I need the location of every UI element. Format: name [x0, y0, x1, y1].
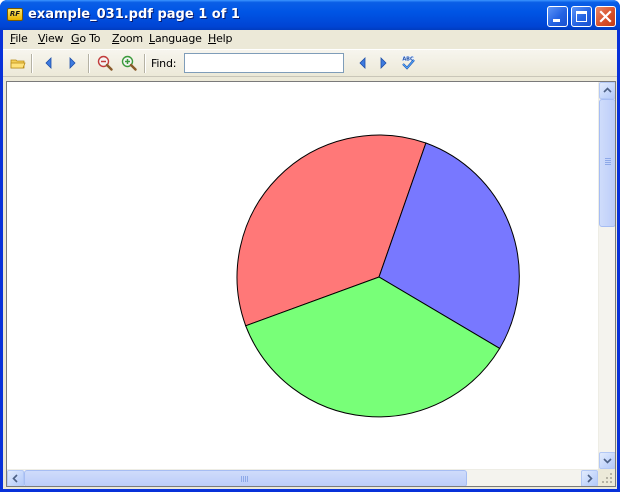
- scroll-left-button[interactable]: [7, 470, 24, 486]
- menu-file[interactable]: File: [10, 32, 28, 45]
- title-bar[interactable]: RF example_031.pdf page 1 of 1: [0, 0, 620, 30]
- arrow-left-icon: [12, 474, 18, 483]
- grip-line: [245, 476, 246, 482]
- next-page-icon[interactable]: [64, 55, 80, 71]
- toolbar-separator: [88, 54, 90, 73]
- grip-line: [605, 160, 611, 161]
- maximize-button[interactable]: [571, 6, 592, 27]
- minimize-button[interactable]: [547, 6, 568, 27]
- grip-line: [605, 164, 611, 165]
- open-folder-icon[interactable]: [10, 55, 26, 71]
- minimize-icon: [553, 19, 560, 22]
- find-previous-icon[interactable]: [355, 55, 371, 71]
- grip-line: [605, 158, 611, 159]
- scroll-up-button[interactable]: [599, 82, 615, 99]
- arrow-right-icon: [587, 474, 593, 483]
- pdf-viewer-app-icon: RF: [7, 8, 23, 21]
- previous-page-icon[interactable]: [41, 55, 57, 71]
- toolbar-separator: [144, 54, 146, 73]
- pdf-page: [7, 82, 598, 469]
- menu-file-label: ile: [15, 32, 28, 45]
- menu-go-to[interactable]: Go To: [71, 32, 101, 45]
- scroll-right-button[interactable]: [581, 470, 598, 486]
- menu-view-label: iew: [45, 32, 64, 45]
- pdf-viewer-window: RF example_031.pdf page 1 of 1 File View…: [0, 0, 620, 492]
- zoom-out-icon[interactable]: [97, 55, 113, 71]
- document-view[interactable]: [6, 81, 616, 487]
- menu-language[interactable]: Language: [149, 32, 202, 45]
- menu-bar: File View Go To Zoom Language Help: [3, 30, 617, 49]
- scroll-down-button[interactable]: [599, 452, 615, 469]
- pie-chart: [236, 134, 520, 418]
- menu-zoom-label: oom: [119, 32, 143, 45]
- menu-help[interactable]: Help: [208, 32, 232, 45]
- find-input[interactable]: [184, 53, 344, 73]
- grip-line: [241, 476, 242, 482]
- arrow-up-icon: [603, 87, 612, 93]
- window-client: File View Go To Zoom Language Help Find:…: [3, 30, 617, 489]
- close-icon: [599, 10, 612, 23]
- find-label: Find:: [151, 57, 177, 70]
- maximize-icon: [576, 11, 587, 22]
- vertical-scroll-thumb[interactable]: [599, 99, 615, 227]
- horizontal-scrollbar[interactable]: [7, 469, 598, 486]
- zoom-in-icon[interactable]: [121, 55, 137, 71]
- menu-help-label: elp: [216, 32, 233, 45]
- grip-line: [605, 162, 611, 163]
- resize-grip-icon: [602, 473, 612, 483]
- toolbar: Find: ABC: [3, 49, 617, 77]
- menu-language-label: anguage: [154, 32, 202, 45]
- grip-line: [243, 476, 244, 482]
- menu-view[interactable]: View: [38, 32, 64, 45]
- menu-go-to-label: o To: [79, 32, 101, 45]
- grip-line: [247, 476, 248, 482]
- toolbar-separator: [31, 54, 33, 73]
- vertical-scrollbar[interactable]: [598, 82, 615, 469]
- window-title: example_031.pdf page 1 of 1: [28, 7, 240, 22]
- resize-grip[interactable]: [598, 469, 615, 486]
- spellcheck-icon[interactable]: ABC: [400, 55, 416, 71]
- horizontal-scroll-thumb[interactable]: [24, 470, 467, 486]
- find-next-icon[interactable]: [375, 55, 391, 71]
- menu-help-mnemonic: H: [208, 32, 217, 45]
- menu-zoom[interactable]: Zoom: [112, 32, 143, 45]
- close-button[interactable]: [595, 6, 616, 27]
- arrow-down-icon: [603, 458, 612, 464]
